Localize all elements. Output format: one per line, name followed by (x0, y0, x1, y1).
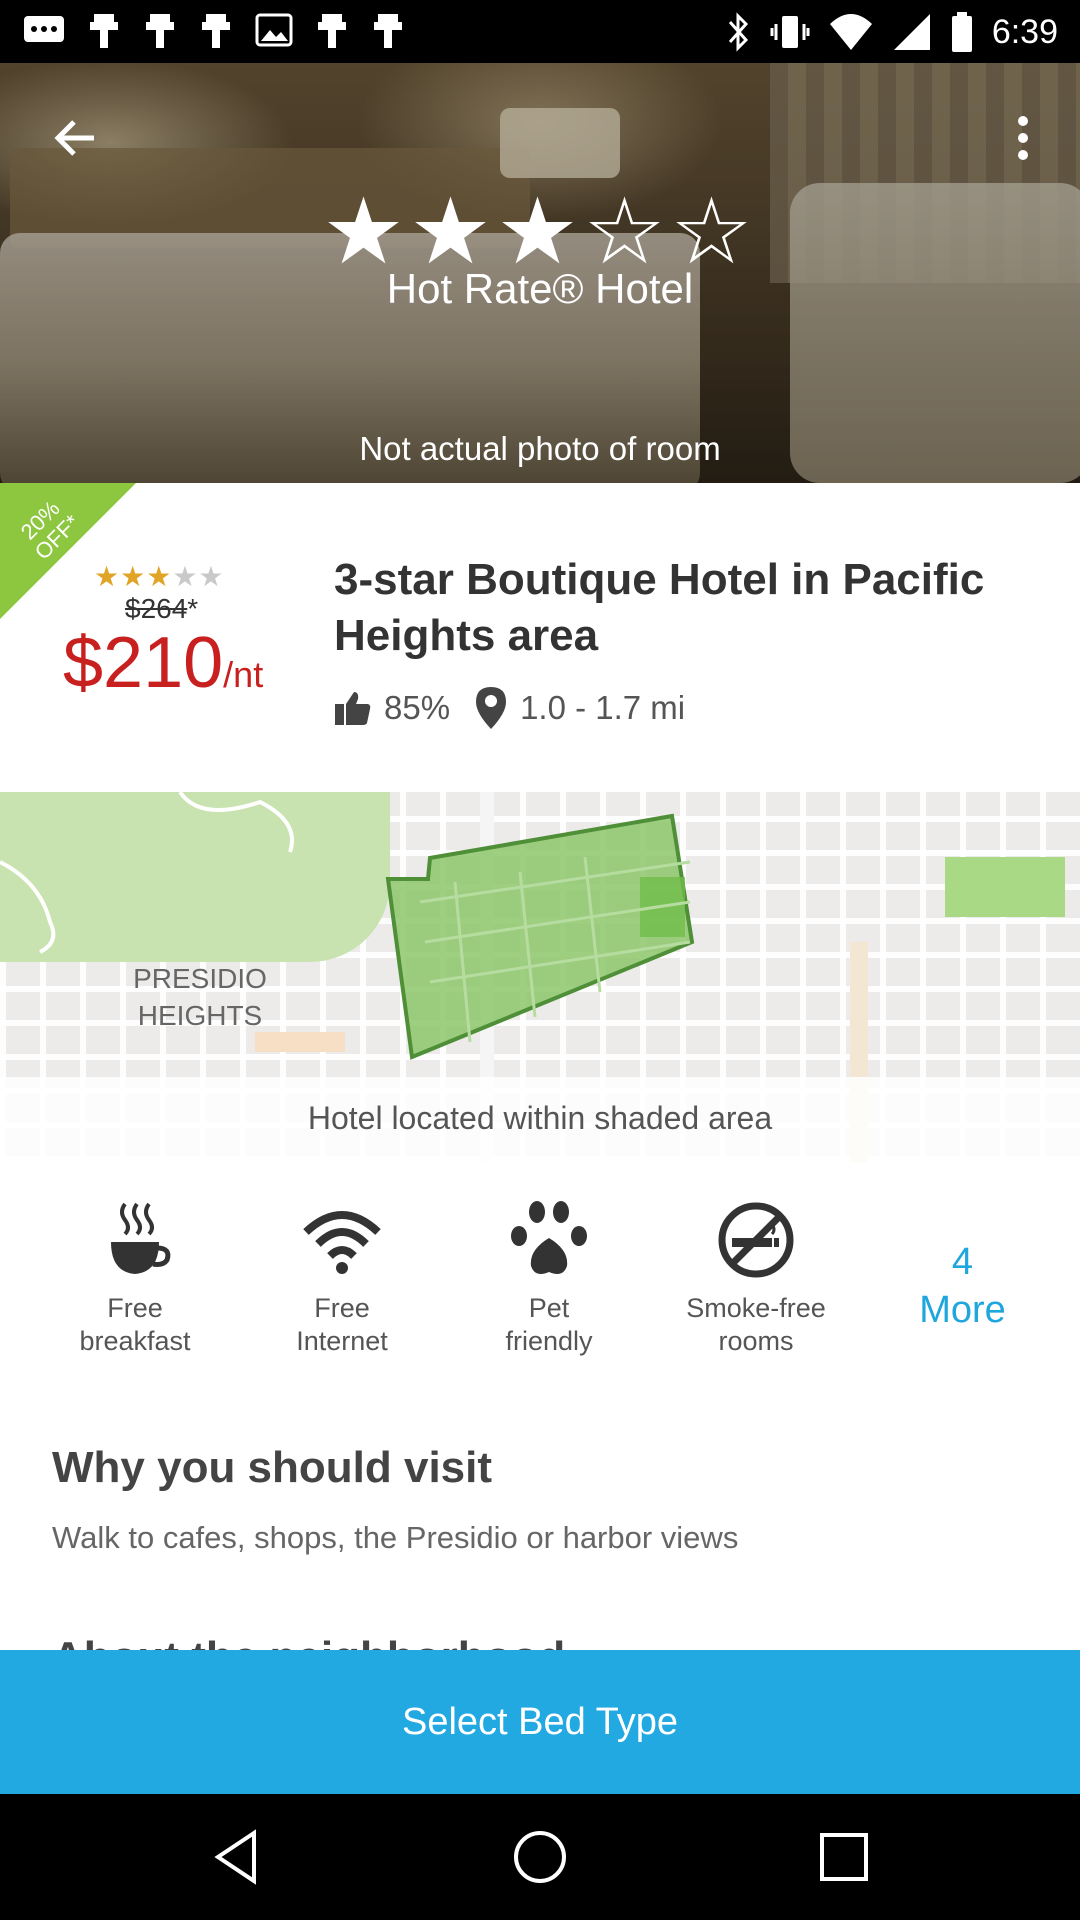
notification-icon (318, 14, 346, 48)
discount-badge: 20% OFF* (0, 483, 136, 619)
nav-back-icon[interactable] (206, 1827, 266, 1887)
notification-icons (22, 10, 406, 50)
bluetooth-icon (728, 12, 748, 52)
select-bed-type-button[interactable]: Select Bed Type (0, 1650, 1080, 1794)
map-caption: Hotel located within shaded area (307, 1100, 773, 1136)
nav-recents-icon[interactable] (814, 1827, 874, 1887)
coffee-cup-icon (111, 1202, 171, 1274)
amenity-pet-friendly: Pet friendly (454, 1200, 644, 1358)
vibrate-icon (770, 16, 810, 48)
notification-icon (90, 14, 118, 48)
amenity-free-breakfast: Free breakfast (40, 1200, 230, 1358)
overflow-menu-icon[interactable] (1005, 113, 1041, 163)
wifi-icon (303, 1211, 381, 1274)
photo-disclaimer: Not actual photo of room (359, 430, 721, 467)
system-icons: 6:39 (726, 8, 1058, 56)
wifi-signal-icon (829, 14, 872, 50)
paw-icon (511, 1201, 587, 1274)
notification-icon (374, 14, 402, 48)
status-bar: 6:39 (0, 0, 1080, 63)
no-smoking-icon (718, 1202, 794, 1278)
small-star-rating: ★★★★★ (94, 560, 225, 593)
amenity-smoke-free: Smoke-free rooms (661, 1200, 851, 1358)
current-price: $210/nt (63, 623, 264, 703)
thumbs-up-icon (335, 692, 371, 725)
battery-icon (951, 12, 972, 52)
hotel-title: 3-star Boutique Hotel in Pacific Heights… (334, 555, 985, 660)
location-pin-icon (476, 687, 507, 729)
nav-home-icon[interactable] (510, 1827, 570, 1887)
amenities-row: Free breakfast Free Internet Pet friendly S… (0, 1200, 1080, 1370)
more-amenities-link[interactable]: 4 More (900, 1238, 1025, 1334)
back-arrow-icon[interactable] (46, 113, 102, 163)
messages-icon (24, 16, 64, 42)
neighborhood-heading: About the neighborhood (52, 1618, 565, 1650)
notification-icon (146, 14, 174, 48)
recommend-percent: 85% (384, 689, 451, 726)
distance-range: 1.0 - 1.7 mi (520, 689, 686, 726)
original-price: $264* (125, 593, 199, 624)
why-visit-heading: Why you should visit (52, 1443, 493, 1492)
map-area-label: PRESIDIO HEIGHTS (133, 963, 267, 1031)
cell-signal-icon (893, 14, 930, 50)
amenity-free-internet: Free Internet (247, 1200, 437, 1358)
system-nav-bar (0, 1794, 1080, 1920)
clock: 6:39 (991, 13, 1058, 51)
hero-title: Hot Rate® Hotel (386, 265, 694, 312)
why-visit-text: Walk to cafes, shops, the Presidio or ha… (52, 1520, 739, 1555)
image-icon (255, 13, 293, 47)
hotel-meta: 85% 1.0 - 1.7 mi (334, 685, 685, 731)
notification-icon (202, 14, 230, 48)
